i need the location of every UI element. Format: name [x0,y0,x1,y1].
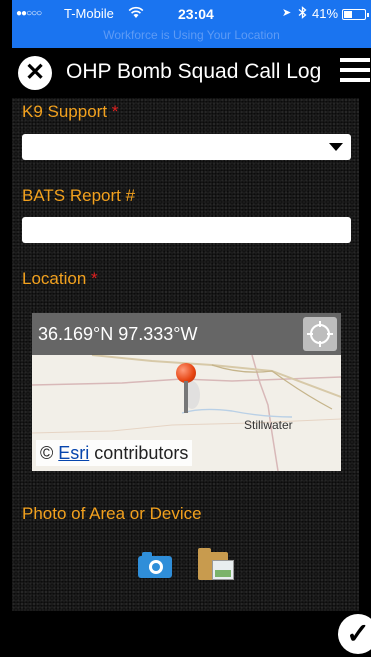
camera-icon[interactable] [138,550,172,580]
photo-folder-icon[interactable] [198,548,236,582]
close-button[interactable]: ✕ [18,56,52,90]
map-place-label: Stillwater [244,418,293,432]
title-bar: ✕ OHP Bomb Squad Call Log [12,48,371,98]
camera-lens [149,560,163,574]
coordinate-bar: 36.169°N 97.333°W [32,313,341,355]
crosshair-icon [307,321,333,347]
menu-line [340,78,370,82]
submit-checkmark-button[interactable]: ✓ [338,614,371,654]
esri-link[interactable]: Esri [58,443,89,463]
map-pin-icon[interactable] [176,363,196,415]
k9-support-select[interactable] [22,134,351,160]
carrier-name: T-Mobile [64,6,114,21]
location-in-use-banner[interactable]: Workforce is Using Your Location [12,28,371,42]
battery-fill [344,11,352,18]
status-row: ●●○○○ T-Mobile 23:04 ➤ 41% [12,6,371,24]
battery-percent: 41% [312,6,339,21]
folder-photo [212,560,234,580]
location-arrow-icon: ➤ [282,7,292,19]
menu-line [340,58,370,62]
copyright-symbol: © [40,443,54,463]
clock: 23:04 [178,6,214,22]
menu-line [340,68,370,72]
form-body: K9 Support * BATS Report # Location * 36… [12,98,359,611]
attribution-text: contributors [94,443,189,463]
dropdown-arrow-icon [329,143,343,151]
required-marker: * [111,102,119,121]
battery-icon [342,9,369,20]
photo-label: Photo of Area or Device [22,504,202,523]
required-marker: * [91,269,98,288]
coordinates-readout: 36.169°N 97.333°W [38,324,198,344]
page-title: OHP Bomb Squad Call Log [66,60,322,83]
wifi-icon [128,6,144,22]
k9-support-label: K9 Support * [22,102,118,122]
pin-head [176,363,196,383]
status-bar: ●●○○○ T-Mobile 23:04 ➤ 41% Workforce is … [12,0,371,48]
gps-locate-button[interactable] [303,317,337,351]
bats-report-label: BATS Report # [22,186,136,205]
map-attribution: © Esri contributors [36,440,193,466]
location-label: Location * [22,269,98,289]
bluetooth-icon [298,6,307,22]
location-label-text: Location [22,269,87,288]
pin-stick [184,381,188,413]
hamburger-menu-icon[interactable] [340,58,370,86]
bats-report-input[interactable] [22,217,351,243]
signal-strength-icon: ●●○○○ [16,8,42,19]
k9-support-label-text: K9 Support [22,102,108,121]
location-map[interactable]: 36.169°N 97.333°W Stillwater © Esri cont… [32,313,341,471]
app-screen: ●●○○○ T-Mobile 23:04 ➤ 41% Workforce is … [0,0,371,657]
battery-nub [367,13,369,17]
